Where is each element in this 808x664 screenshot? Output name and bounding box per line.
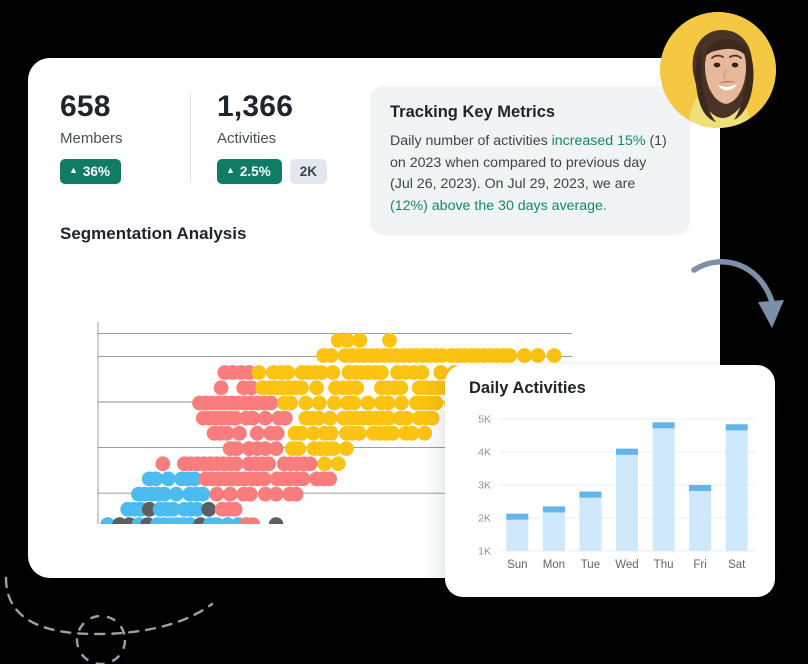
avatar — [660, 12, 776, 128]
screenshot-stage: 658 Members ▲ 36% 1,366 Activities ▲ 2.5… — [0, 0, 808, 664]
members-badge-label: 36% — [82, 163, 110, 179]
daily-activities-title: Daily Activities — [469, 379, 586, 397]
members-change-badge: ▲ 36% — [60, 158, 121, 184]
activities-total-chip: 2K — [289, 158, 327, 184]
activities-change-badge: ▲ 2.5% — [217, 158, 282, 184]
svg-text:Sat: Sat — [728, 559, 746, 571]
svg-text:Sun: Sun — [507, 559, 527, 571]
caret-up-icon: ▲ — [69, 165, 78, 176]
tracking-highlight-2: (12%) above the 30 days average. — [390, 197, 607, 214]
svg-text:2K: 2K — [478, 513, 491, 525]
svg-text:3K: 3K — [478, 480, 491, 492]
segmentation-title: Segmentation Analysis — [60, 224, 247, 243]
members-label: Members — [60, 129, 123, 147]
svg-text:1K: 1K — [478, 546, 491, 558]
metric-members: 658 Members ▲ 36% — [60, 90, 190, 184]
metrics-row: 658 Members ▲ 36% 1,366 Activities ▲ 2.5… — [60, 90, 407, 184]
svg-text:4K: 4K — [478, 447, 491, 459]
daily-activities-card: Daily Activities 1K 2K 3K 4K 5K Sun Mon Tue Wed T… — [445, 365, 775, 597]
daily-activities-chart: 1K 2K 3K 4K 5K Sun Mon Tue Wed Thu Fri Sat — [461, 409, 761, 594]
activities-badge-label: 2.5% — [239, 163, 271, 179]
members-value: 658 — [60, 90, 111, 123]
svg-text:5K: 5K — [478, 414, 491, 426]
svg-text:Mon: Mon — [543, 559, 565, 571]
curved-arrow-icon — [691, 259, 784, 328]
tracking-highlight-1: increased 15% — [551, 133, 646, 149]
avatar-portrait-icon — [660, 12, 776, 128]
svg-text:Thu: Thu — [654, 559, 674, 571]
caret-up-icon: ▲ — [226, 165, 235, 176]
metrics-divider — [190, 94, 191, 182]
tracking-panel: Tracking Key Metrics Daily number of act… — [370, 86, 690, 236]
svg-text:Tue: Tue — [581, 559, 600, 571]
tracking-title: Tracking Key Metrics — [390, 103, 556, 121]
daily-activities-bar-svg: 1K 2K 3K 4K 5K Sun Mon Tue Wed Thu Fri Sat — [478, 414, 755, 571]
members-badge-row: ▲ 36% — [60, 158, 190, 184]
svg-text:Fri: Fri — [693, 559, 706, 571]
svg-text:Wed: Wed — [615, 559, 638, 571]
tracking-body: Daily number of activities increased 15%… — [390, 131, 670, 217]
tracking-text-1: Daily number of activities — [390, 133, 552, 149]
